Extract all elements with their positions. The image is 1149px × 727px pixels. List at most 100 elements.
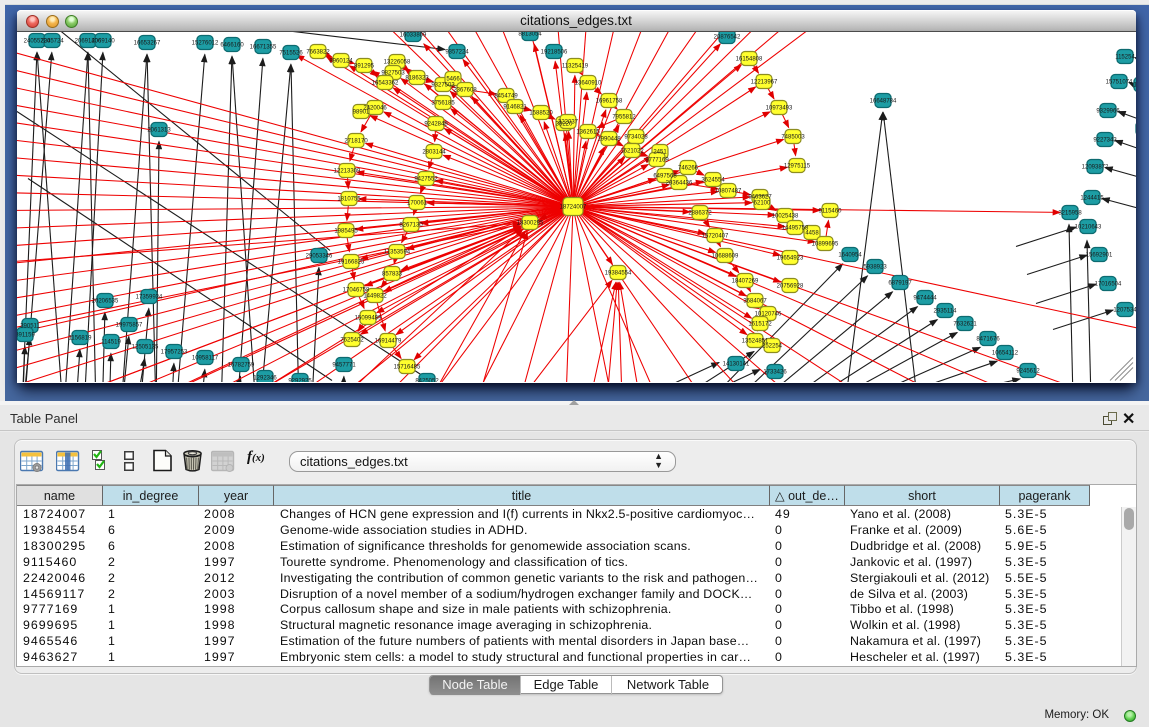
svg-text:10654112: 10654112: [991, 350, 1018, 356]
svg-text:2005724: 2005724: [40, 38, 64, 44]
svg-text:20876542: 20876542: [713, 34, 740, 40]
svg-text:9427552: 9427552: [414, 176, 438, 182]
svg-text:8425052: 8425052: [415, 378, 439, 382]
svg-text:1588520: 1588520: [529, 110, 553, 116]
svg-text:9327503: 9327503: [431, 82, 455, 88]
svg-text:9292925: 9292925: [288, 378, 312, 382]
svg-text:3684067: 3684067: [743, 298, 767, 304]
svg-text:10688609: 10688609: [711, 253, 738, 259]
svg-text:6497568: 6497568: [653, 173, 677, 179]
svg-text:322037: 322037: [557, 119, 578, 125]
svg-text:12505135: 12505135: [131, 344, 158, 350]
svg-text:1985495: 1985495: [334, 228, 358, 234]
svg-text:10958117: 10958117: [191, 355, 218, 361]
svg-text:1292346: 1292346: [253, 375, 277, 381]
svg-text:2718170: 2718170: [344, 138, 368, 144]
svg-text:9329966: 9329966: [1096, 108, 1120, 114]
svg-text:10120746: 10120746: [754, 311, 781, 317]
svg-text:9146821: 9146821: [503, 104, 527, 110]
svg-text:1244415: 1244415: [1080, 195, 1104, 201]
svg-text:746266: 746266: [677, 165, 698, 171]
svg-text:1733426: 1733426: [763, 369, 787, 375]
svg-text:12213309: 12213309: [333, 168, 360, 174]
svg-text:10025438: 10025438: [771, 213, 798, 219]
svg-text:6879197: 6879197: [888, 280, 912, 286]
svg-text:9245612: 9245612: [1016, 368, 1040, 374]
svg-text:12732: 12732: [1133, 82, 1135, 88]
svg-text:9474444: 9474444: [913, 295, 937, 301]
svg-text:17359934: 17359934: [135, 294, 162, 300]
svg-text:8267130: 8267130: [399, 222, 423, 228]
svg-text:19218506: 19218506: [540, 49, 567, 55]
svg-text:2886372: 2886372: [688, 210, 712, 216]
svg-text:2803144: 2803144: [422, 149, 446, 155]
svg-text:5938923: 5938923: [863, 264, 887, 270]
svg-text:9115460: 9115460: [818, 208, 842, 214]
svg-text:11325419: 11325419: [561, 63, 588, 69]
svg-text:9827503: 9827503: [381, 70, 405, 76]
svg-text:15720407: 15720407: [701, 233, 728, 239]
svg-text:12093872: 12093872: [1081, 164, 1108, 170]
svg-text:2367608: 2367608: [453, 87, 477, 93]
svg-text:170061: 170061: [406, 200, 427, 206]
svg-text:10210643: 10210643: [1074, 224, 1101, 230]
svg-text:15099489: 15099489: [354, 315, 381, 321]
svg-text:1615172: 1615172: [748, 321, 772, 327]
svg-text:13226058: 13226058: [383, 59, 410, 65]
svg-text:62100: 62100: [753, 200, 770, 206]
svg-text:5466: 5466: [446, 76, 460, 82]
svg-text:114519: 114519: [101, 339, 121, 345]
svg-text:7515526: 7515526: [279, 50, 303, 56]
svg-text:390511: 390511: [20, 323, 40, 329]
svg-text:15751074: 15751074: [1105, 79, 1132, 85]
svg-text:3215958: 3215958: [1058, 210, 1082, 216]
svg-text:20364436: 20364436: [665, 180, 692, 186]
svg-text:14130141: 14130141: [722, 361, 749, 367]
svg-text:391159: 391159: [17, 332, 35, 338]
svg-text:9227343: 9227343: [1093, 137, 1117, 143]
svg-text:6466160: 6466160: [220, 42, 244, 48]
svg-text:1810755: 1810755: [337, 196, 361, 202]
svg-text:7663822: 7663822: [306, 49, 330, 55]
svg-text:20756928: 20756928: [776, 283, 803, 289]
svg-text:16648784: 16648784: [869, 98, 896, 104]
svg-text:7625402: 7625402: [340, 337, 364, 343]
svg-text:9734028: 9734028: [624, 134, 648, 140]
svg-text:252254: 252254: [761, 343, 782, 349]
svg-text:9457771: 9457771: [332, 362, 356, 368]
svg-text:4458: 4458: [805, 230, 819, 236]
svg-text:8186323: 8186323: [405, 75, 429, 81]
svg-text:1621022: 1621022: [620, 148, 644, 154]
svg-text:16961758: 16961758: [595, 98, 622, 104]
svg-text:2061313: 2061313: [147, 127, 171, 133]
svg-text:10807487: 10807487: [714, 188, 741, 194]
svg-text:15276012: 15276012: [191, 40, 218, 46]
svg-text:16671355: 16671355: [249, 44, 276, 50]
svg-text:3756185: 3756185: [431, 100, 455, 106]
svg-text:98901: 98901: [352, 109, 369, 115]
svg-text:19384554: 19384554: [604, 270, 631, 276]
svg-text:12975115: 12975115: [783, 163, 810, 169]
svg-text:9777169: 9777169: [645, 157, 669, 163]
svg-text:3624554: 3624554: [701, 177, 725, 183]
svg-text:18300295: 18300295: [516, 220, 543, 226]
svg-text:15716485: 15716485: [393, 364, 420, 370]
svg-text:15692901: 15692901: [1085, 252, 1112, 258]
svg-text:8960124: 8960124: [329, 58, 353, 64]
svg-text:1207534: 1207534: [1113, 307, 1136, 313]
svg-text:8813054: 8813054: [518, 32, 542, 38]
svg-text:10899695: 10899695: [811, 241, 838, 247]
svg-text:19654923: 19654923: [776, 255, 803, 261]
svg-text:115254: 115254: [1115, 54, 1135, 60]
svg-text:857833: 857833: [381, 271, 402, 277]
svg-text:17957253: 17957253: [160, 349, 187, 355]
svg-text:1362615: 1362615: [576, 129, 600, 135]
svg-text:16543362: 16543362: [371, 80, 398, 86]
svg-text:11353594: 11353594: [383, 249, 410, 255]
svg-text:1156819: 1156819: [68, 335, 92, 341]
svg-text:16154808: 16154808: [735, 56, 762, 62]
svg-text:2935114: 2935114: [933, 308, 957, 314]
svg-text:10973493: 10973493: [765, 105, 792, 111]
svg-text:7955812: 7955812: [612, 114, 636, 120]
svg-text:2069140: 2069140: [91, 38, 115, 44]
